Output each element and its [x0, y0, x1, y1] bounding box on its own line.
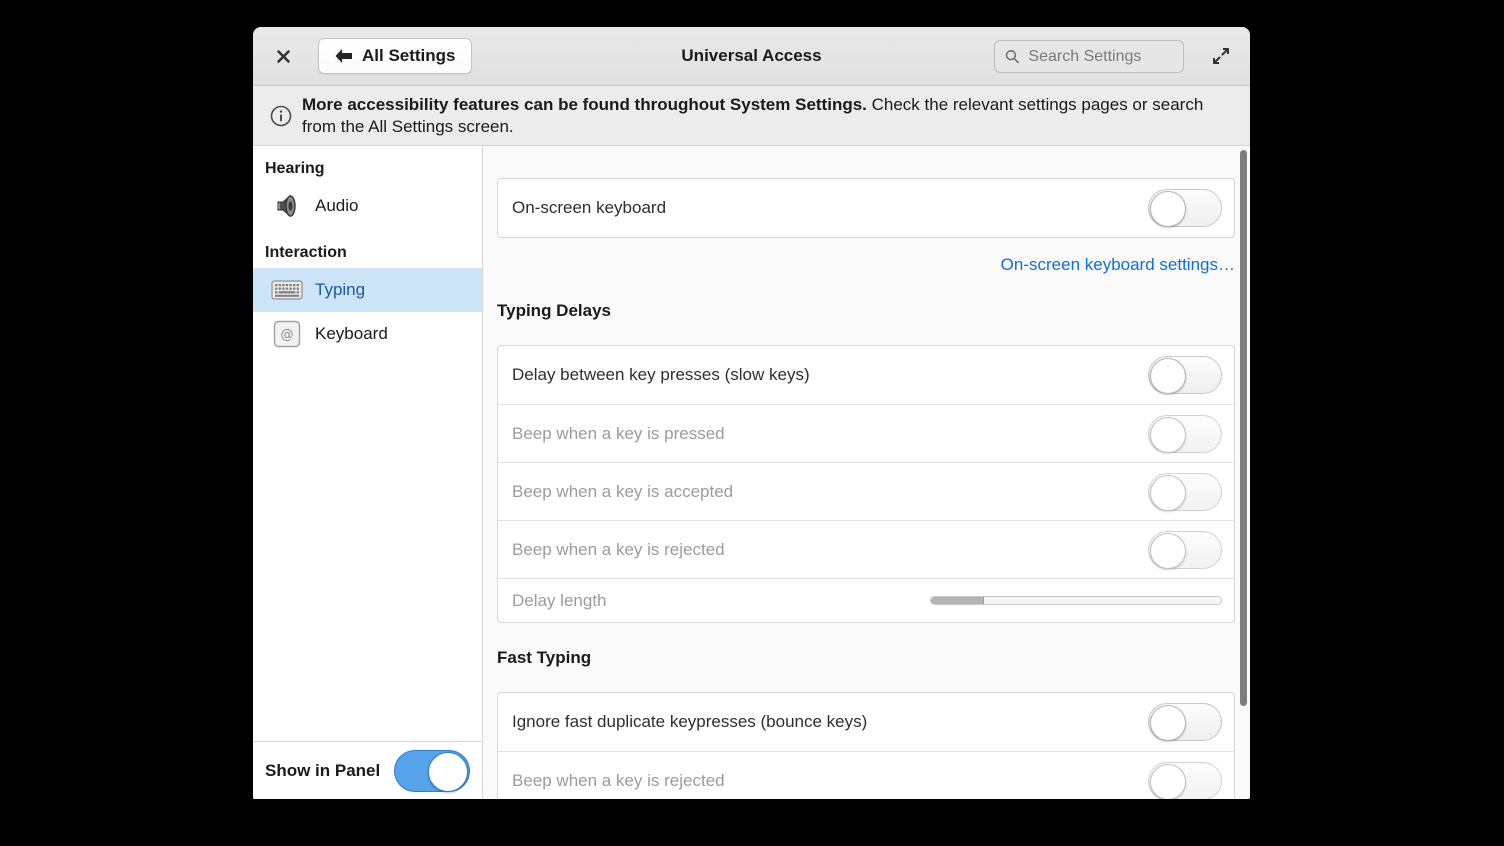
show-in-panel-bar: Show in Panel: [253, 741, 482, 799]
window-title: Universal Access: [681, 46, 821, 66]
maximize-icon: [1212, 47, 1230, 65]
sidebar-item-label: Audio: [315, 196, 358, 216]
fast-typing-card: Ignore fast duplicate keypresses (bounce…: [497, 692, 1235, 799]
setting-row: Delay between key presses (slow keys): [498, 346, 1234, 404]
typing-settings-pane: On-screen keyboard On-screen keyboard se…: [483, 146, 1250, 799]
setting-row: Ignore fast duplicate keypresses (bounce…: [498, 693, 1234, 751]
search-icon: [1005, 48, 1019, 65]
delay-length-slider[interactable]: [930, 596, 1222, 605]
toggle-knob: [1150, 417, 1186, 453]
back-button-label: All Settings: [362, 46, 456, 66]
sidebar-item-typing[interactable]: Typing: [253, 268, 482, 312]
speaker-icon: [271, 191, 303, 221]
bounce-keys-toggle[interactable]: [1148, 703, 1222, 741]
sidebar-item-label: Typing: [315, 280, 365, 300]
close-button[interactable]: [272, 27, 294, 85]
titlebar: All Settings Universal Access: [253, 27, 1250, 86]
setting-row: Beep when a key is accepted: [498, 462, 1234, 520]
on-screen-keyboard-settings-link[interactable]: On-screen keyboard settings…: [1001, 254, 1235, 276]
section-heading-typing-delays: Typing Delays: [497, 300, 1235, 322]
slow-keys-toggle[interactable]: [1148, 356, 1222, 394]
sidebar-item-audio[interactable]: Audio: [253, 184, 482, 228]
sidebar-item-label: Keyboard: [315, 324, 388, 344]
all-settings-back-button[interactable]: All Settings: [318, 38, 472, 74]
toggle-knob: [1150, 764, 1186, 800]
svg-text:@: @: [281, 328, 294, 343]
setting-row: Beep when a key is rejected: [498, 520, 1234, 578]
sidebar: Hearing Audio Interaction: [253, 146, 483, 799]
at-key-icon: @: [271, 320, 303, 348]
back-arrow-icon: [334, 48, 353, 64]
toggle-knob: [1150, 705, 1186, 741]
setting-label: Beep when a key is pressed: [512, 424, 725, 444]
slider-fill: [931, 597, 984, 604]
sidebar-heading-interaction: Interaction: [253, 228, 482, 268]
accessibility-info-banner: More accessibility features can be found…: [253, 86, 1250, 146]
vertical-scrollbar[interactable]: [1240, 150, 1247, 706]
fast-beep-key-rejected-toggle[interactable]: [1148, 762, 1222, 800]
setting-row: Delay length: [498, 578, 1234, 622]
sidebar-heading-hearing: Hearing: [253, 146, 482, 184]
setting-label: Delay between key presses (slow keys): [512, 365, 810, 385]
typing-delays-card: Delay between key presses (slow keys) Be…: [497, 345, 1235, 623]
beep-key-accepted-toggle[interactable]: [1148, 473, 1222, 511]
beep-key-pressed-toggle[interactable]: [1148, 415, 1222, 453]
setting-row: Beep when a key is rejected: [498, 751, 1234, 799]
setting-row: Beep when a key is pressed: [498, 404, 1234, 462]
show-in-panel-toggle[interactable]: [394, 750, 470, 792]
setting-label: Beep when a key is accepted: [512, 482, 733, 502]
banner-text-bold: More accessibility features can be found…: [302, 95, 867, 114]
window-body: Hearing Audio Interaction: [253, 146, 1250, 799]
setting-label: On-screen keyboard: [512, 198, 666, 218]
toggle-knob: [1150, 533, 1186, 569]
setting-row: On-screen keyboard: [498, 179, 1234, 237]
desktop-background: { "titlebar": { "title": "Universal Acce…: [0, 0, 1504, 846]
search-input[interactable]: [1026, 47, 1173, 67]
setting-label: Ignore fast duplicate keypresses (bounce…: [512, 712, 867, 732]
on-screen-keyboard-toggle[interactable]: [1148, 189, 1222, 227]
toggle-knob: [1150, 191, 1186, 227]
banner-text: More accessibility features can be found…: [302, 94, 1207, 138]
search-settings-field[interactable]: [994, 40, 1184, 73]
info-icon: [270, 105, 292, 127]
setting-label: Delay length: [512, 591, 607, 611]
toggle-knob: [428, 752, 468, 792]
show-in-panel-label: Show in Panel: [265, 761, 380, 781]
setting-label: Beep when a key is rejected: [512, 540, 725, 560]
settings-window: All Settings Universal Access More ac: [253, 27, 1250, 799]
link-row: On-screen keyboard settings…: [497, 238, 1235, 276]
close-icon: [276, 49, 291, 64]
section-heading-fast-typing: Fast Typing: [497, 647, 1235, 669]
toggle-knob: [1150, 358, 1186, 394]
on-screen-keyboard-card: On-screen keyboard: [497, 178, 1235, 238]
keyboard-icon: [271, 279, 303, 301]
sidebar-item-keyboard[interactable]: @ Keyboard: [253, 312, 482, 356]
beep-key-rejected-toggle[interactable]: [1148, 531, 1222, 569]
maximize-button[interactable]: [1209, 27, 1233, 85]
toggle-knob: [1150, 475, 1186, 511]
setting-label: Beep when a key is rejected: [512, 771, 725, 791]
